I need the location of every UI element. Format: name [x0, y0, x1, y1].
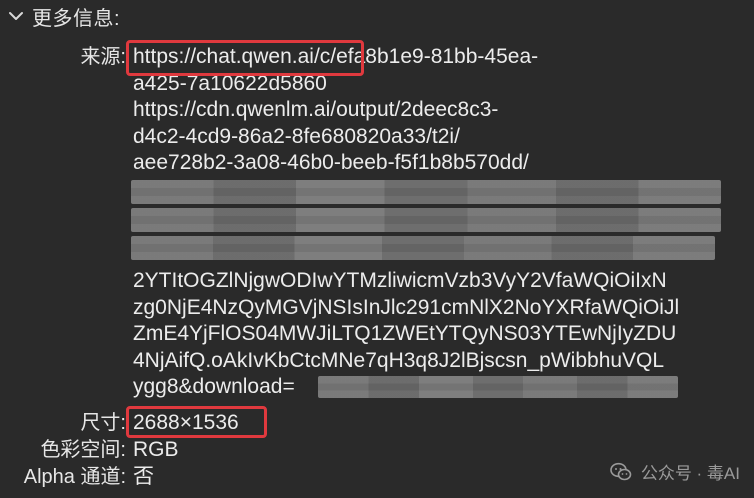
source-line[interactable]: ygg8&download= [133, 374, 295, 401]
source-label: 来源: [80, 46, 126, 68]
url-highlight-box [126, 40, 364, 76]
section-header[interactable]: 更多信息: [0, 0, 754, 32]
source-line[interactable]: 2YTItOGZlNjgwODIwYTMzliwicmVzb3VyY2VfaWQ… [133, 268, 667, 295]
alpha-value[interactable]: 否 [133, 464, 154, 491]
source-line[interactable]: zg0NjE4NzQyMGVjNSIsInJlc291cmNlX2NoYXRfa… [133, 295, 679, 322]
source-line[interactable]: 4NjAifQ.oAkIvKbCtcMNe7qH3q8J2lBjscsn_pWi… [133, 348, 664, 375]
source-line[interactable]: https://cdn.qwenlm.ai/output/2deec8c3- [133, 97, 498, 124]
redacted-text [131, 180, 721, 204]
color-space-label: 色彩空间: [40, 439, 126, 461]
alpha-label: Alpha 通道: [23, 466, 126, 488]
source-line[interactable]: d4c2-4cd9-86a2-8fe680820a33/t2i/ [133, 124, 460, 151]
source-line[interactable]: ZmE4YjFlOS04MWJiLTQ1ZWEtYTQyNS03YTEwNjIy… [133, 321, 676, 348]
size-label: 尺寸: [80, 412, 126, 434]
color-space-value[interactable]: RGB [133, 437, 179, 464]
watermark: 公众号 · 毒AI [609, 459, 740, 484]
wechat-icon [609, 460, 633, 484]
size-highlight-box [126, 406, 267, 438]
source-line[interactable]: aee728b2-3a08-46b0-beeb-f5f1b8b570dd/ [133, 150, 529, 177]
chevron-down-icon[interactable] [6, 6, 26, 26]
section-title: 更多信息: [32, 7, 121, 30]
redacted-text [131, 236, 715, 260]
watermark-text: 公众号 · 毒AI [640, 464, 740, 483]
redacted-text [318, 376, 678, 398]
redacted-text [131, 208, 721, 232]
